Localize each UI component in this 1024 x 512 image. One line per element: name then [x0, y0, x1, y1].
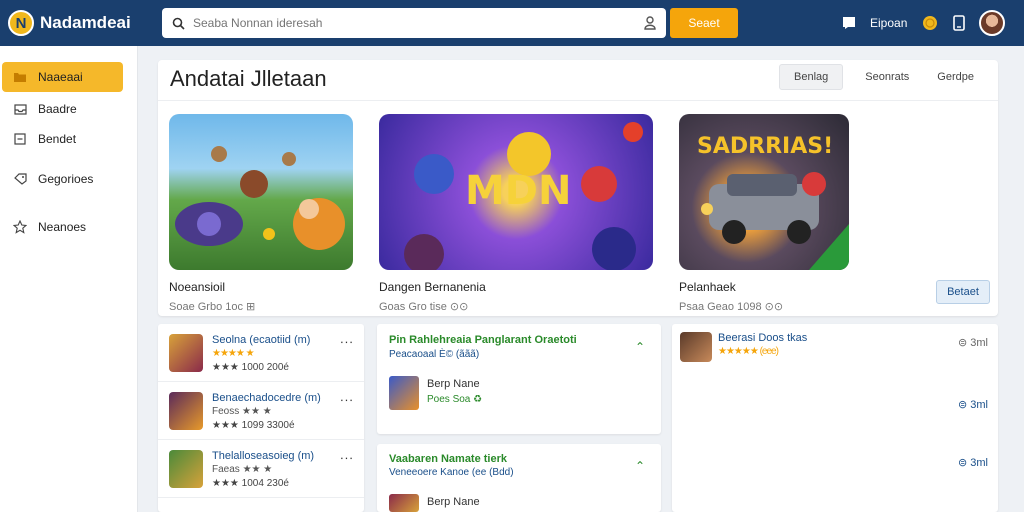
message-icon	[843, 17, 855, 29]
card-meta: Soae Grbo 1oc ⊞	[169, 301, 256, 313]
game-name: Berp Nane	[427, 378, 480, 390]
sidebar-item-label: Bendet	[38, 132, 77, 146]
inbox-icon	[12, 101, 28, 117]
chevron-up-icon[interactable]: ⌃	[635, 340, 645, 354]
collection-card[interactable]: Pin Rahlehreaia Panglarant Oraetoti Peac…	[377, 324, 661, 434]
game-thumb	[169, 392, 203, 430]
card-title: Dangen Bernanenia	[379, 280, 486, 294]
more-options-icon[interactable]: ∙∙∙	[340, 392, 354, 407]
notifications-button[interactable]	[842, 16, 856, 30]
game-title: Benaechadocedre (m)	[212, 392, 321, 404]
game-stats: ★★★ 1004 230é	[212, 478, 289, 489]
more-options-icon[interactable]: ∙∙∙	[340, 450, 354, 465]
phone-icon	[953, 15, 966, 31]
star-outline-icon	[12, 219, 28, 235]
game-rating: ★★★★★ (eee)	[718, 346, 779, 357]
page-title: Andatai Jlletaan	[170, 66, 327, 91]
featured-card[interactable]: Noeansioil Soae Grbo 1oc ⊞	[169, 114, 353, 313]
game-stats: ★★★ 1000 200é	[212, 362, 289, 373]
folder-icon	[12, 69, 28, 85]
timestamp: ⊜ 3ml	[958, 337, 988, 349]
sidebar-item-label: Neanoes	[38, 220, 87, 234]
card-meta: Psaa Geao 1098 ⊙⊙	[679, 301, 784, 313]
user-label: Eipoan	[870, 16, 908, 30]
game-title: Seolna (ecaotiid (m)	[212, 334, 311, 346]
sidebar-item-home[interactable]: Naaeaai	[2, 62, 123, 92]
tab-sections[interactable]: Seonrats	[851, 64, 923, 90]
sidebar-item-label: Naaeaai	[38, 70, 83, 84]
timestamp: ⊜ 3ml	[958, 399, 988, 411]
sidebar-item-inbox[interactable]: Baadre	[2, 94, 123, 124]
minus-box-icon	[12, 131, 28, 147]
art-logo-text: SADRRIAS!	[697, 134, 834, 159]
user-menu[interactable]: Eipoan	[870, 16, 907, 30]
logo[interactable]: N Nadamdeai	[8, 10, 158, 36]
card-meta: Goas Gro tise ⊙⊙	[379, 301, 469, 313]
game-meta: Poes Soa ♻	[427, 394, 483, 405]
sidebar-item-favorites[interactable]: Neanoes	[2, 212, 123, 242]
collection-card[interactable]: Vaabaren Namate tierk Veneeoere Kanoe (e…	[377, 444, 661, 512]
card-title: Noeansioil	[169, 280, 226, 294]
art-logo-text: MDN	[465, 168, 572, 214]
featured-card[interactable]: MDN Dangen Bernanenia Goas Gro tise ⊙⊙	[379, 114, 653, 313]
collection-subtitle: Peacaoaal È© (ããã)	[389, 349, 480, 360]
tab-popular[interactable]: Benlag	[779, 64, 844, 90]
list-item[interactable]: Seolna (ecaotiid (m) ★★★★ ★ ★★★ 1000 200…	[158, 324, 364, 382]
search-button[interactable]: Seaet	[670, 8, 738, 38]
game-stats: ★★★ 1099 3300é	[212, 420, 295, 431]
game-art: SADRRIAS!	[679, 114, 849, 270]
list-item[interactable]: Thelalloseasoieg (m) Faeas ★★ ★ ★★★ 1004…	[158, 440, 364, 498]
sidebar-item-label: Gegorioes	[38, 172, 94, 186]
chevron-up-icon[interactable]: ⌃	[635, 459, 645, 473]
top-right-actions: Eipoan	[842, 8, 1006, 38]
featured-card[interactable]: SADRRIAS! Pelanhaek Psaa Geao 1098 ⊙⊙	[679, 114, 849, 313]
game-title[interactable]: Beerasi Doos tkas	[718, 332, 807, 344]
sidebar-item-categories[interactable]: Gegorioes	[2, 164, 123, 194]
game-thumb	[389, 494, 419, 512]
game-name: Berp Nane	[427, 496, 480, 508]
game-list: Seolna (ecaotiid (m) ★★★★ ★ ★★★ 1000 200…	[158, 324, 364, 512]
collection-title: Pin Rahlehreaia Panglarant Oraetoti	[389, 334, 577, 346]
coin-icon	[923, 16, 938, 30]
more-options-icon[interactable]: ∙∙∙	[340, 334, 354, 349]
featured-tabs: Benlag Seonrats Gerdpe	[779, 64, 988, 90]
game-title: Thelalloseasoieg (m)	[212, 450, 315, 462]
recent-panel: Beerasi Doos tkas ★★★★★ (eee) ⊜ 3ml ⊜ 3m…	[672, 324, 998, 512]
game-thumb	[389, 376, 419, 410]
tag-icon	[12, 171, 28, 187]
timestamp: ⊜ 3ml	[958, 457, 988, 469]
featured-panel: Andatai Jlletaan Benlag Seonrats Gerdpe …	[158, 60, 998, 316]
sidebar-item-bundles[interactable]: Bendet	[2, 124, 123, 154]
search-bar	[162, 8, 666, 38]
tab-genre[interactable]: Gerdpe	[923, 64, 988, 90]
device-button[interactable]	[953, 15, 966, 31]
search-input[interactable]	[193, 16, 644, 30]
collection-title: Vaabaren Namate tierk	[389, 453, 508, 465]
game-art	[169, 114, 353, 270]
game-rating: ★★★★ ★	[212, 348, 255, 359]
featured-action-button[interactable]: Betaet	[936, 280, 990, 304]
search-icon	[172, 17, 185, 30]
sidebar-item-label: Baadre	[38, 102, 77, 116]
app-title: Nadamdeai	[40, 13, 131, 32]
sidebar: Naaeaai Baadre Bendet Gegorioes Neanoes	[0, 46, 138, 512]
game-art: MDN	[379, 114, 653, 270]
list-item[interactable]: Benaechadocedre (m) Feoss ★★ ★ ★★★ 1099 …	[158, 382, 364, 440]
avatar[interactable]	[979, 10, 1006, 36]
logo-icon: N	[8, 10, 34, 36]
user-icon[interactable]	[644, 16, 656, 30]
game-thumb	[680, 332, 712, 362]
card-title: Pelanhaek	[679, 280, 736, 294]
divider	[158, 100, 998, 101]
game-rating: Faeas ★★ ★	[212, 464, 273, 475]
game-thumb	[169, 450, 203, 488]
game-thumb	[169, 334, 203, 372]
collection-subtitle: Veneeoere Kanoe (ee (Bdd)	[389, 467, 514, 478]
game-rating: Feoss ★★ ★	[212, 406, 272, 417]
coins-button[interactable]	[921, 14, 939, 32]
